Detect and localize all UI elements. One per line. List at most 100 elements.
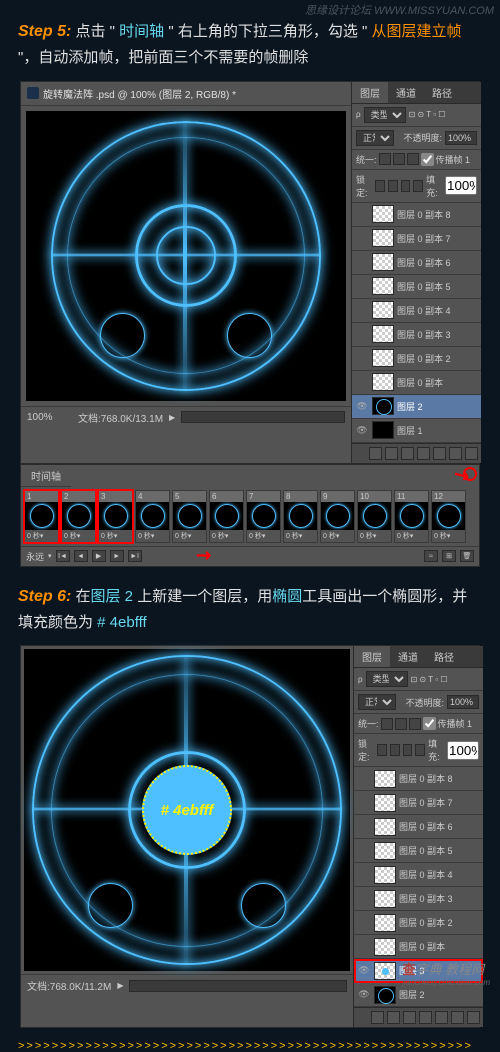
- loop-select[interactable]: 永远: [26, 550, 44, 563]
- timeline-frame[interactable]: 70 秒▾: [246, 490, 281, 543]
- layer-row[interactable]: 图层 0 副本 6: [354, 815, 483, 839]
- tab-layers[interactable]: 图层: [354, 646, 390, 667]
- visibility-toggle[interactable]: [355, 375, 369, 389]
- visibility-toggle[interactable]: [357, 796, 371, 810]
- adjust-icon[interactable]: [419, 1011, 432, 1024]
- zoom-level[interactable]: 100%: [27, 412, 72, 423]
- propagate-checkbox[interactable]: [421, 153, 434, 166]
- propagate-checkbox[interactable]: [423, 717, 436, 730]
- tab-paths[interactable]: 路径: [424, 82, 460, 103]
- layer-row[interactable]: 图层 0 副本 4: [352, 299, 481, 323]
- prev-frame-btn[interactable]: ◄: [74, 550, 88, 562]
- tab-layers[interactable]: 图层: [352, 82, 388, 103]
- layer-row[interactable]: 图层 0 副本 5: [354, 839, 483, 863]
- fx-icon[interactable]: [385, 447, 398, 460]
- h-scrollbar[interactable]: [181, 411, 345, 423]
- lock-all-icon[interactable]: [413, 180, 423, 192]
- trash-icon[interactable]: [465, 447, 478, 460]
- timeline-frame[interactable]: 20 秒▾: [61, 490, 96, 543]
- visibility-toggle[interactable]: [355, 279, 369, 293]
- tab-channels[interactable]: 通道: [390, 646, 426, 667]
- visibility-toggle[interactable]: [357, 892, 371, 906]
- layer-row[interactable]: 图层 0 副本 2: [352, 347, 481, 371]
- group-icon[interactable]: [435, 1011, 448, 1024]
- layer-row[interactable]: 图层 0 副本: [354, 935, 483, 959]
- trash-icon[interactable]: [467, 1011, 480, 1024]
- mask-icon[interactable]: [403, 1011, 416, 1024]
- visibility-toggle[interactable]: [355, 231, 369, 245]
- layer-row[interactable]: 图层 0 副本 6: [352, 251, 481, 275]
- visibility-toggle[interactable]: [357, 868, 371, 882]
- visibility-toggle[interactable]: [357, 940, 371, 954]
- unify-visibility-icon[interactable]: [393, 153, 405, 165]
- timeline-frame[interactable]: 100 秒▾: [357, 490, 392, 543]
- layer-row[interactable]: 图层 0 副本 7: [354, 791, 483, 815]
- visibility-toggle[interactable]: [355, 351, 369, 365]
- visibility-toggle[interactable]: [357, 916, 371, 930]
- lock-pos-icon[interactable]: [403, 744, 413, 756]
- layer-row[interactable]: 图层 0 副本 8: [352, 203, 481, 227]
- lock-pos-icon[interactable]: [401, 180, 411, 192]
- adjust-icon[interactable]: [417, 447, 430, 460]
- last-frame-btn[interactable]: ►I: [128, 550, 142, 562]
- mask-icon[interactable]: [401, 447, 414, 460]
- layer-row[interactable]: 图层 2: [352, 395, 481, 419]
- link-icon[interactable]: [371, 1011, 384, 1024]
- new-layer-icon[interactable]: [451, 1011, 464, 1024]
- first-frame-btn[interactable]: I◄: [56, 550, 70, 562]
- timeline-frame[interactable]: 10 秒▾: [24, 490, 59, 543]
- layer-row[interactable]: 图层 0 副本 3: [352, 323, 481, 347]
- lock-trans-icon[interactable]: [375, 180, 385, 192]
- tween-btn[interactable]: ≈: [424, 550, 438, 562]
- canvas[interactable]: # 4ebfff: [24, 649, 350, 971]
- unify-position-icon[interactable]: [379, 153, 391, 165]
- timeline-tab[interactable]: 时间轴: [21, 465, 71, 487]
- timeline-frame[interactable]: 80 秒▾: [283, 490, 318, 543]
- visibility-toggle[interactable]: [357, 964, 371, 978]
- blend-mode-select[interactable]: 正常: [356, 130, 394, 146]
- new-frame-btn[interactable]: ⊞: [442, 550, 456, 562]
- visibility-toggle[interactable]: [355, 207, 369, 221]
- unify-position-icon[interactable]: [381, 718, 393, 730]
- delete-frame-btn[interactable]: 🗑: [460, 550, 474, 562]
- visibility-toggle[interactable]: [355, 399, 369, 413]
- timeline-frame[interactable]: 120 秒▾: [431, 490, 466, 543]
- lock-image-icon[interactable]: [390, 744, 400, 756]
- tab-paths[interactable]: 路径: [426, 646, 462, 667]
- new-layer-icon[interactable]: [449, 447, 462, 460]
- filter-type-select[interactable]: 类型: [364, 107, 406, 123]
- fill-input[interactable]: [447, 741, 479, 760]
- lock-image-icon[interactable]: [388, 180, 398, 192]
- visibility-toggle[interactable]: [355, 255, 369, 269]
- visibility-toggle[interactable]: [357, 820, 371, 834]
- visibility-toggle[interactable]: [355, 423, 369, 437]
- layer-row[interactable]: 图层 0 副本 2: [354, 911, 483, 935]
- timeline-frame[interactable]: 90 秒▾: [320, 490, 355, 543]
- layer-row[interactable]: 图层 0 副本 5: [352, 275, 481, 299]
- layer-row[interactable]: 图层 0 副本 7: [352, 227, 481, 251]
- visibility-toggle[interactable]: [357, 772, 371, 786]
- layer-row[interactable]: 图层 1: [352, 419, 481, 443]
- visibility-toggle[interactable]: [357, 988, 371, 1002]
- tab-channels[interactable]: 通道: [388, 82, 424, 103]
- opacity-input[interactable]: [447, 695, 479, 709]
- timeline-frame[interactable]: 60 秒▾: [209, 490, 244, 543]
- visibility-toggle[interactable]: [355, 327, 369, 341]
- lock-trans-icon[interactable]: [377, 744, 387, 756]
- filter-type-select[interactable]: 类型: [366, 671, 408, 687]
- blend-mode-select[interactable]: 正常: [358, 694, 396, 710]
- next-frame-btn[interactable]: ►: [110, 550, 124, 562]
- unify-visibility-icon[interactable]: [395, 718, 407, 730]
- opacity-input[interactable]: [445, 131, 477, 145]
- timeline-frame[interactable]: 30 秒▾: [98, 490, 133, 543]
- unify-style-icon[interactable]: [407, 153, 419, 165]
- play-btn[interactable]: ▶: [92, 550, 106, 562]
- link-icon[interactable]: [369, 447, 382, 460]
- lock-all-icon[interactable]: [415, 744, 425, 756]
- h-scrollbar[interactable]: [129, 980, 347, 992]
- timeline-frame[interactable]: 50 秒▾: [172, 490, 207, 543]
- timeline-frame[interactable]: 40 秒▾: [135, 490, 170, 543]
- layer-row[interactable]: 图层 0 副本 3: [354, 887, 483, 911]
- visibility-toggle[interactable]: [357, 844, 371, 858]
- canvas[interactable]: [26, 111, 346, 401]
